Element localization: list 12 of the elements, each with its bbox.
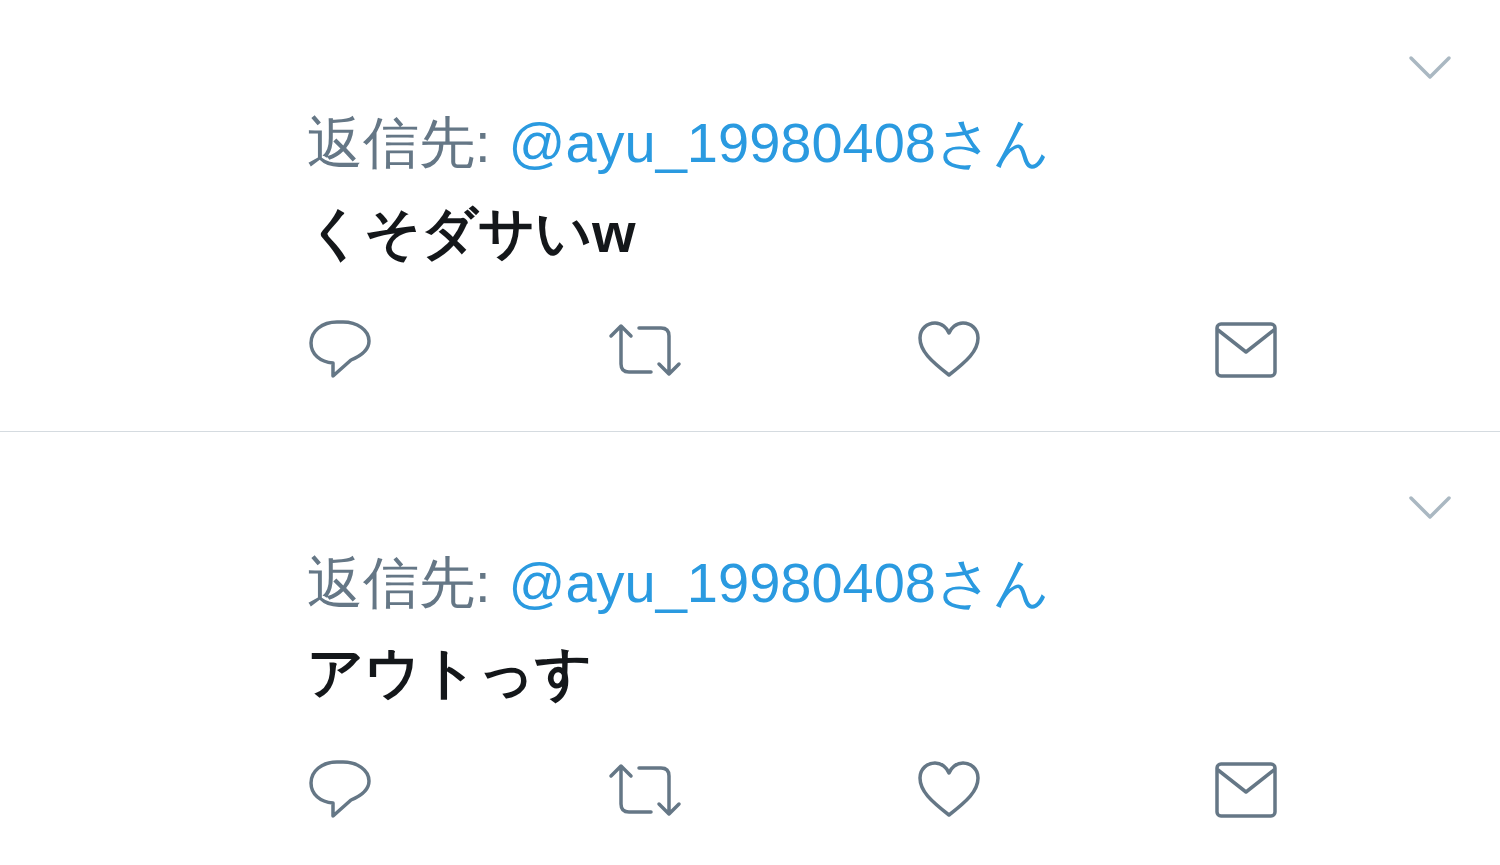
heart-icon[interactable] (917, 761, 981, 819)
tweet-text: くそダサいw (307, 200, 636, 266)
reply-label: 返信先: (307, 550, 491, 616)
retweet-icon[interactable] (607, 762, 683, 818)
reply-label: 返信先: (307, 110, 491, 176)
mail-icon[interactable] (1215, 762, 1277, 818)
tweet-text: アウトっす (307, 640, 592, 706)
retweet-icon[interactable] (607, 322, 683, 378)
mention-link[interactable]: @ayu_19980408さん (508, 108, 1050, 178)
mention-link[interactable]: @ayu_19980408さん (508, 548, 1050, 618)
heart-icon[interactable] (917, 321, 981, 379)
mail-icon[interactable] (1215, 322, 1277, 378)
